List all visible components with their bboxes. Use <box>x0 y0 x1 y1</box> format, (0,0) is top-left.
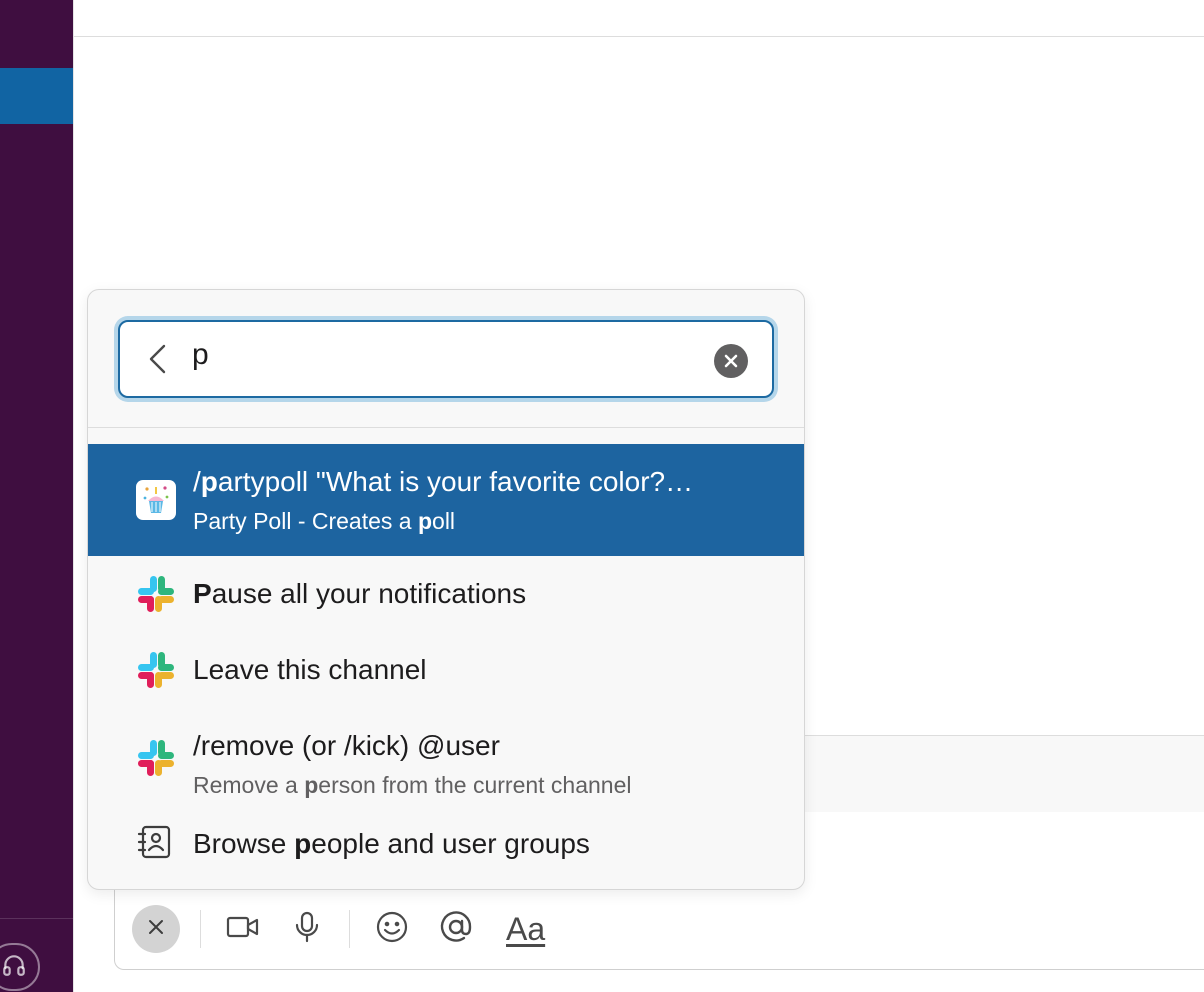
back-chevron-icon[interactable] <box>146 344 170 374</box>
microphone-icon <box>295 911 319 948</box>
result-title: Pause all your notifications <box>193 578 527 609</box>
sidebar-edge <box>73 0 74 992</box>
channel-header-divider <box>74 36 1204 37</box>
close-shortcuts-button[interactable] <box>132 905 180 953</box>
slack-logo-icon <box>136 650 176 690</box>
contacts-book-icon <box>136 824 176 864</box>
result-row-leave-channel[interactable]: Leave this channel <box>88 632 804 708</box>
result-title: Leave this channel <box>193 654 427 685</box>
sidebar-divider <box>0 918 73 919</box>
mention-button[interactable] <box>434 907 478 951</box>
workspace-sidebar <box>0 0 73 992</box>
sidebar-active-item[interactable] <box>0 68 73 124</box>
huddle-button[interactable] <box>0 943 40 991</box>
search-input-value[interactable]: p <box>192 338 209 372</box>
shortcut-search-field[interactable]: p <box>118 320 774 398</box>
clear-search-button[interactable] <box>714 344 748 378</box>
composer-toolbar: Aa <box>132 905 545 953</box>
shortcut-results-list: /partypoll "What is your favorite color?… <box>88 444 804 884</box>
result-description: Remove a person from the current channel <box>193 772 632 798</box>
toolbar-separator <box>349 910 350 948</box>
record-video-button[interactable] <box>221 907 265 951</box>
popup-divider <box>88 427 804 428</box>
video-camera-icon <box>226 914 260 945</box>
record-audio-button[interactable] <box>285 907 329 951</box>
smiley-icon <box>375 910 409 949</box>
slack-logo-icon <box>136 738 176 778</box>
result-row-browse-people[interactable]: Browse people and user groups <box>88 808 804 884</box>
at-sign-icon <box>439 910 473 949</box>
party-poll-app-icon <box>136 480 176 520</box>
close-icon <box>146 917 166 942</box>
result-description: Party Poll - Creates a poll <box>193 508 456 534</box>
shortcuts-popup: p /partypoll "What is your favorite colo… <box>87 289 805 890</box>
result-title: Browse people and user groups <box>193 828 590 859</box>
result-row-partypoll[interactable]: /partypoll "What is your favorite color?… <box>88 444 804 556</box>
result-row-pause-notifications[interactable]: Pause all your notifications <box>88 556 804 632</box>
result-title: /partypoll "What is your favorite color?… <box>193 466 694 497</box>
slack-logo-icon <box>136 574 176 614</box>
formatting-label: Aa <box>506 910 546 947</box>
result-title: /remove (or /kick) @user <box>193 730 500 761</box>
formatting-button[interactable]: Aa <box>498 907 545 951</box>
clear-x-icon <box>724 354 738 368</box>
result-row-remove-user[interactable]: /remove (or /kick) @user Remove a person… <box>88 708 804 808</box>
emoji-button[interactable] <box>370 907 414 951</box>
headphones-icon <box>1 952 27 983</box>
toolbar-separator <box>200 910 201 948</box>
